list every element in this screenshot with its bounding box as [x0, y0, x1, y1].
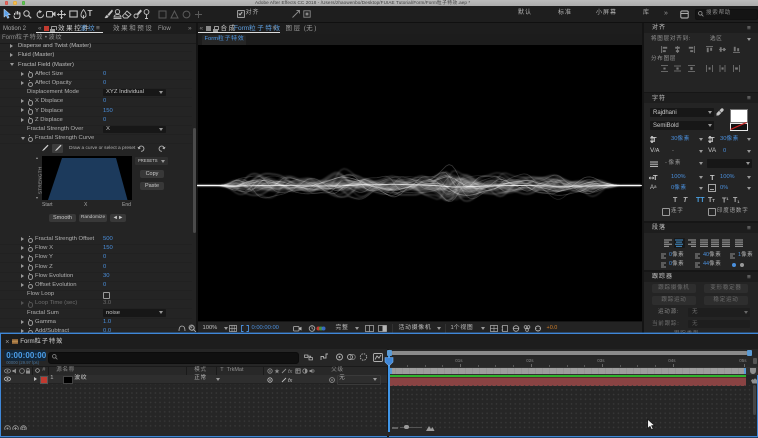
svg-text:fx: fx [288, 369, 293, 374]
svg-text:fx: fx [288, 378, 293, 383]
